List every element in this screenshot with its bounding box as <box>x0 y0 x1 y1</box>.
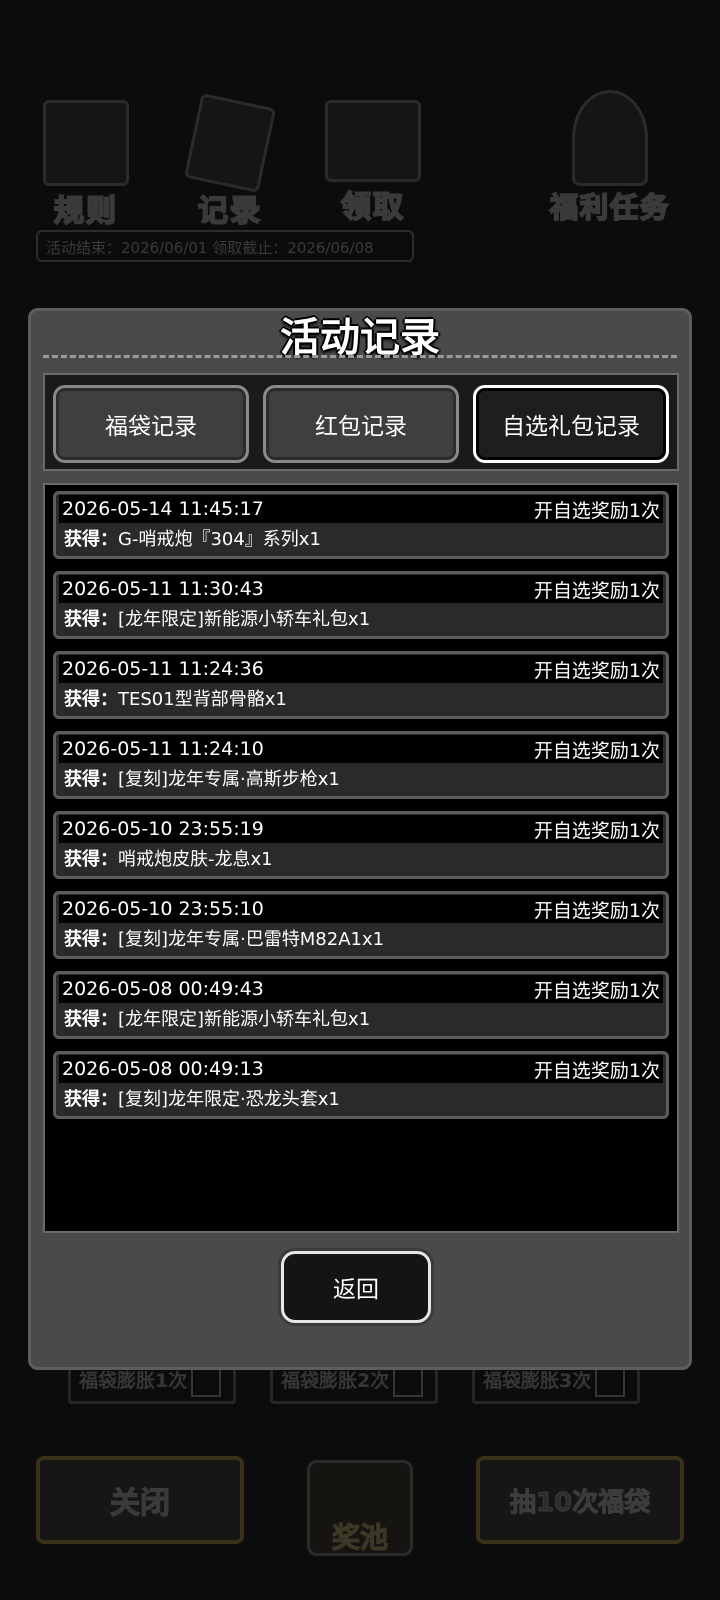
list-item: 2026-05-14 11:45:17 开自选奖励1次 获得：G-哨戒炮『304』… <box>53 491 669 559</box>
record-action: 开自选奖励1次 <box>533 579 660 602</box>
record-action: 开自选奖励1次 <box>533 979 660 1002</box>
obtain-label: 获得： <box>64 1089 118 1110</box>
record-action: 开自选奖励1次 <box>533 739 660 762</box>
list-item: 2026-05-10 23:55:10 开自选奖励1次 获得：[复刻]龙年专属·巴… <box>53 891 669 959</box>
record-time: 2026-05-10 23:55:19 <box>62 818 264 840</box>
record-action: 开自选奖励1次 <box>533 899 660 922</box>
gift-box-icon <box>325 100 421 182</box>
checkbox-icon <box>393 1366 424 1397</box>
records-entry[interactable]: 记录 <box>180 93 280 230</box>
record-time: 2026-05-10 23:55:10 <box>62 898 264 920</box>
draw-10-label: 抽10次福袋 <box>509 1487 651 1518</box>
rules-entry[interactable]: 规则 <box>36 100 136 230</box>
list-item: 2026-05-11 11:30:43 开自选奖励1次 获得：[龙年限定]新能源小… <box>53 571 669 639</box>
inflate-3-label: 福袋膨胀3次 <box>483 1370 592 1392</box>
rules-label: 规则 <box>53 193 118 230</box>
record-time: 2026-05-11 11:24:10 <box>62 738 264 760</box>
checkbox-icon <box>595 1366 626 1397</box>
records-label: 记录 <box>197 193 262 230</box>
title-divider <box>43 355 677 358</box>
clipboard-icon <box>183 93 277 193</box>
record-time: 2026-05-14 11:45:17 <box>62 498 264 520</box>
record-item: [复刻]龙年限定·恐龙头套x1 <box>118 1089 340 1110</box>
tab-red-packet-records[interactable]: 红包记录 <box>263 385 459 463</box>
obtain-label: 获得： <box>64 849 118 870</box>
tab-optional-gift-records[interactable]: 自选礼包记录 <box>473 385 669 463</box>
list-item: 2026-05-10 23:55:19 开自选奖励1次 获得：哨戒炮皮肤-龙息x1 <box>53 811 669 879</box>
inflate-2-label: 福袋膨胀2次 <box>281 1370 390 1392</box>
back-button[interactable]: 返回 <box>281 1251 431 1323</box>
list-item: 2026-05-08 00:49:13 开自选奖励1次 获得：[复刻]龙年限定·恐… <box>53 1051 669 1119</box>
event-dates: 活动结束：2026/06/01 领取截止：2026/06/08 <box>36 230 414 262</box>
obtain-label: 获得： <box>64 609 118 630</box>
record-time: 2026-05-08 00:49:13 <box>62 1058 264 1080</box>
inflate-1-label: 福袋膨胀1次 <box>79 1370 188 1392</box>
close-button[interactable]: 关闭 <box>36 1456 244 1544</box>
dialog-title: 活动记录 <box>280 315 440 361</box>
record-item: [复刻]龙年专属·巴雷特M82A1x1 <box>118 929 385 950</box>
record-item: [复刻]龙年专属·高斯步枪x1 <box>118 769 340 790</box>
record-item: TES01型背部骨骼x1 <box>118 689 287 710</box>
obtain-label: 获得： <box>64 929 118 950</box>
target-icon <box>572 90 648 186</box>
activity-record-dialog: 活动记录 福袋记录 红包记录 自选礼包记录 2026-05-14 11:45:1… <box>28 308 692 1370</box>
record-item: G-哨戒炮『304』系列x1 <box>118 529 321 550</box>
obtain-label: 获得： <box>64 689 118 710</box>
record-time: 2026-05-11 11:24:36 <box>62 658 264 680</box>
record-time: 2026-05-08 00:49:43 <box>62 978 264 1000</box>
checkbox-icon <box>191 1366 222 1397</box>
record-item: [龙年限定]新能源小轿车礼包x1 <box>118 609 371 630</box>
prize-pool-button[interactable]: 奖池 <box>290 1440 430 1590</box>
draw-10-button[interactable]: 抽10次福袋 <box>476 1456 684 1544</box>
record-item: [龙年限定]新能源小轿车礼包x1 <box>118 1009 371 1030</box>
record-list[interactable]: 2026-05-14 11:45:17 开自选奖励1次 获得：G-哨戒炮『304』… <box>43 483 679 1233</box>
obtain-label: 获得： <box>64 529 118 550</box>
welfare-task-label: 福利任务 <box>549 190 670 225</box>
record-action: 开自选奖励1次 <box>533 659 660 682</box>
welfare-task-entry[interactable]: 福利任务 <box>540 90 680 226</box>
record-time: 2026-05-11 11:30:43 <box>62 578 264 600</box>
prize-pool-label: 奖池 <box>331 1521 388 1555</box>
list-item: 2026-05-11 11:24:36 开自选奖励1次 获得：TES01型背部骨骼… <box>53 651 669 719</box>
obtain-label: 获得： <box>64 1009 118 1030</box>
record-tabs: 福袋记录 红包记录 自选礼包记录 <box>43 373 679 471</box>
record-action: 开自选奖励1次 <box>533 819 660 842</box>
record-action: 开自选奖励1次 <box>533 1059 660 1082</box>
tab-lucky-bag-records[interactable]: 福袋记录 <box>53 385 249 463</box>
record-action: 开自选奖励1次 <box>533 499 660 522</box>
book-icon <box>43 100 129 186</box>
claim-entry[interactable]: 领取 <box>318 100 428 226</box>
list-item: 2026-05-11 11:24:10 开自选奖励1次 获得：[复刻]龙年专属·高… <box>53 731 669 799</box>
obtain-label: 获得： <box>64 769 118 790</box>
claim-label: 领取 <box>340 189 405 226</box>
list-item: 2026-05-08 00:49:43 开自选奖励1次 获得：[龙年限定]新能源小… <box>53 971 669 1039</box>
close-label: 关闭 <box>110 1486 171 1522</box>
record-item: 哨戒炮皮肤-龙息x1 <box>118 849 273 870</box>
